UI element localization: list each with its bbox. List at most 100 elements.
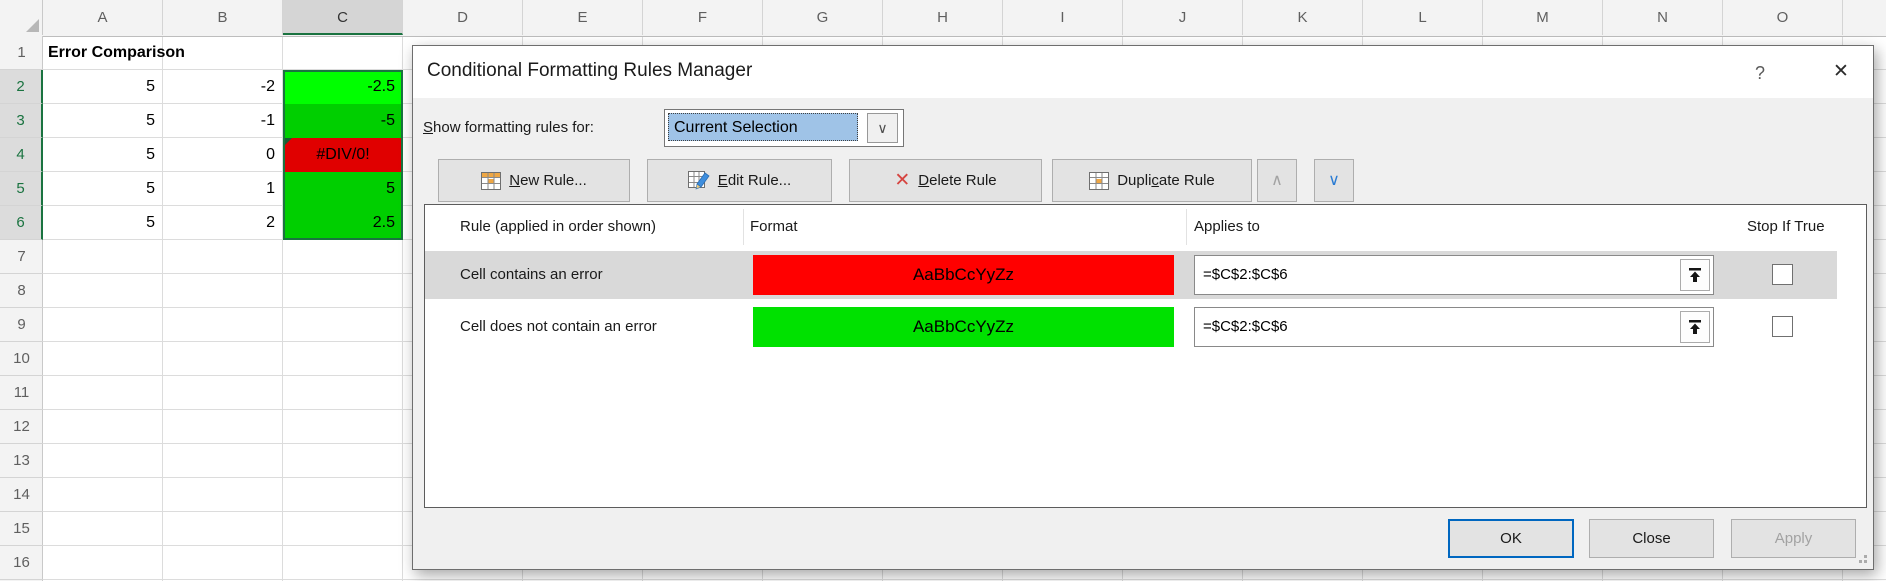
excel-window: ABCDEFGHIJKLMNO 12345678910111213141516 … [0,0,1886,581]
resize-grip[interactable] [1855,551,1867,563]
row-header-15[interactable]: 15 [0,512,43,546]
delete-rule-label: Delete Rule [918,172,996,189]
chevron-up-icon: ∧ [1271,172,1283,189]
move-rule-up-button[interactable]: ∧ [1257,159,1297,202]
new-rule-grid-icon [481,172,501,190]
column-header-l[interactable]: L [1363,0,1483,35]
column-header-h[interactable]: H [883,0,1003,35]
dropdown-selected-value[interactable]: Current Selection [668,113,858,141]
row-header-16[interactable]: 16 [0,546,43,580]
row-header-4[interactable]: 4 [0,138,43,172]
show-rules-label: Show formatting rules for: [423,116,594,140]
column-header-a[interactable]: A [43,0,163,35]
cell-b3[interactable]: -1 [163,104,283,138]
row-header-10[interactable]: 10 [0,342,43,376]
close-icon[interactable]: ✕ [1821,56,1861,88]
row-header-6[interactable]: 6 [0,206,43,240]
row-header-2[interactable]: 2 [0,70,43,104]
cell-a1[interactable]: Error Comparison [48,36,185,70]
dialog-titlebar[interactable]: Conditional Formatting Rules Manager ? ✕ [413,46,1873,98]
header-applies-to: Applies to [1194,205,1260,249]
collapse-dialog-button[interactable] [1680,259,1710,291]
chevron-down-icon: ∨ [1328,172,1340,189]
stop-if-true-checkbox[interactable] [1772,316,1793,337]
column-header-g[interactable]: G [763,0,883,35]
header-stop-if-true: Stop If True [1747,205,1825,249]
stop-if-true-checkbox[interactable] [1772,264,1793,285]
row-header-7[interactable]: 7 [0,240,43,274]
header-format: Format [750,205,798,249]
label-text: how formatting rules for: [433,119,594,136]
rule-row[interactable]: Cell contains an errorAaBbCcYyZz=$C$2:$C… [425,251,1837,299]
ok-button[interactable]: OK [1448,519,1574,558]
row-header-3[interactable]: 3 [0,104,43,138]
edit-rule-button[interactable]: Edit Rule... [647,159,832,202]
format-preview-swatch: AaBbCcYyZz [753,255,1174,295]
rule-name: Cell does not contain an error [460,303,657,351]
rules-list: Rule (applied in order shown) Format App… [424,204,1867,508]
applies-to-value: =$C$2:$C$6 [1203,308,1288,346]
collapse-dialog-icon [1688,319,1702,335]
cell-b6[interactable]: 2 [163,206,283,240]
column-header-d[interactable]: D [403,0,523,35]
column-headers: ABCDEFGHIJKLMNO [0,0,1886,37]
format-preview-swatch: AaBbCcYyZz [753,307,1174,347]
column-header-j[interactable]: J [1123,0,1243,35]
delete-x-icon: ✕ [894,171,910,190]
applies-to-value: =$C$2:$C$6 [1203,256,1288,294]
column-header-c[interactable]: C [283,0,403,35]
move-rule-down-button[interactable]: ∨ [1314,159,1354,202]
column-header-i[interactable]: I [1003,0,1123,35]
cell-c4[interactable]: #DIV/0! [283,138,403,172]
cell-c6[interactable]: 2.5 [283,206,403,240]
cell-b2[interactable]: -2 [163,70,283,104]
row-header-14[interactable]: 14 [0,478,43,512]
row-header-13[interactable]: 13 [0,444,43,478]
column-header-b[interactable]: B [163,0,283,35]
delete-rule-button[interactable]: ✕ Delete Rule [849,159,1042,202]
new-rule-label: New Rule... [509,172,587,189]
cell-c3[interactable]: -5 [283,104,403,138]
conditional-formatting-rules-manager-dialog: Conditional Formatting Rules Manager ? ✕… [412,45,1874,570]
close-button[interactable]: Close [1589,519,1714,558]
new-rule-button[interactable]: New Rule... [438,159,630,202]
chevron-down-icon[interactable]: ∨ [867,113,898,143]
cell-c2[interactable]: -2.5 [283,70,403,104]
collapse-dialog-button[interactable] [1680,311,1710,343]
column-header-e[interactable]: E [523,0,643,35]
row-header-12[interactable]: 12 [0,410,43,444]
cell-a3[interactable]: 5 [43,104,163,138]
column-header-f[interactable]: F [643,0,763,35]
applies-to-input[interactable]: =$C$2:$C$6 [1194,307,1714,347]
cell-a4[interactable]: 5 [43,138,163,172]
applies-to-input[interactable]: =$C$2:$C$6 [1194,255,1714,295]
column-header-n[interactable]: N [1603,0,1723,35]
cell-b4[interactable]: 0 [163,138,283,172]
row-headers: 12345678910111213141516 [0,36,43,581]
row-header-5[interactable]: 5 [0,172,43,206]
row-header-9[interactable]: 9 [0,308,43,342]
edit-rule-pencil-icon [688,171,710,190]
duplicate-rule-grid-icon [1089,172,1109,190]
cell-b5[interactable]: 1 [163,172,283,206]
cell-a5[interactable]: 5 [43,172,163,206]
row-header-1[interactable]: 1 [0,36,43,70]
column-divider [743,209,744,245]
column-divider [1186,209,1187,245]
column-header-k[interactable]: K [1243,0,1363,35]
collapse-dialog-icon [1688,267,1702,283]
show-rules-dropdown[interactable]: Current Selection ∨ [664,109,904,147]
apply-button[interactable]: Apply [1731,519,1856,558]
column-header-m[interactable]: M [1483,0,1603,35]
header-rule: Rule (applied in order shown) [460,205,656,249]
rule-row[interactable]: Cell does not contain an error AaBbCcYyZz… [425,303,1868,351]
cell-a2[interactable]: 5 [43,70,163,104]
row-header-11[interactable]: 11 [0,376,43,410]
cell-a6[interactable]: 5 [43,206,163,240]
row-header-8[interactable]: 8 [0,274,43,308]
select-all-corner[interactable] [0,0,43,35]
cell-c5[interactable]: 5 [283,172,403,206]
duplicate-rule-button[interactable]: Duplicate Rule [1052,159,1252,202]
column-header-o[interactable]: O [1723,0,1843,35]
help-button[interactable]: ? [1743,58,1777,88]
